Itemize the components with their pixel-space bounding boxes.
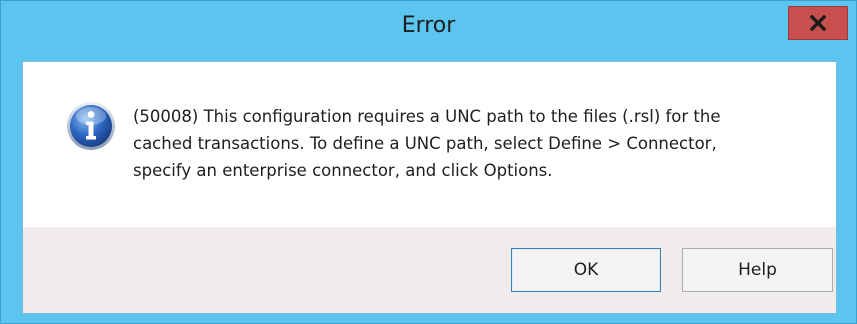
help-button[interactable]: Help bbox=[682, 248, 833, 292]
close-button[interactable] bbox=[788, 6, 848, 40]
dialog-title: Error bbox=[401, 13, 456, 38]
ok-button[interactable]: OK bbox=[511, 248, 661, 292]
information-icon bbox=[67, 102, 115, 150]
title-bar[interactable]: Error bbox=[1, 1, 856, 61]
dialog-content: (50008) This configuration requires a UN… bbox=[22, 61, 837, 314]
button-area: OK Help bbox=[23, 227, 836, 313]
error-message: (50008) This configuration requires a UN… bbox=[133, 107, 721, 180]
error-dialog: Error (50008) This configuration require… bbox=[0, 0, 857, 324]
close-icon bbox=[810, 15, 826, 31]
